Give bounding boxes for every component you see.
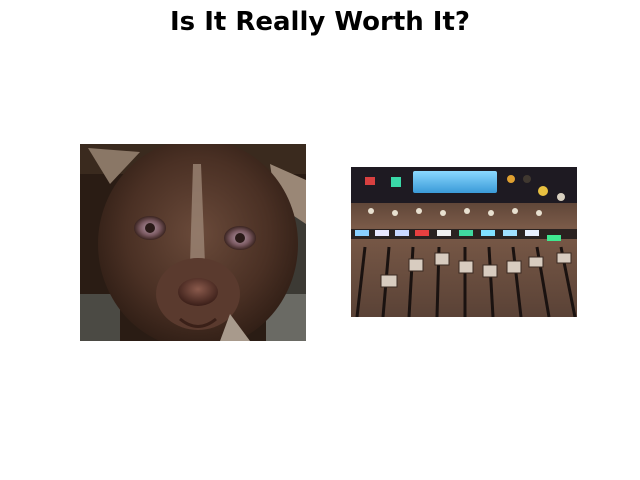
figure-title: Is It Really Worth It? <box>170 7 470 37</box>
mixing-console-drawing <box>351 167 577 317</box>
dog-photo <box>80 144 306 341</box>
dog-photo-drawing <box>80 144 306 341</box>
mixing-console-photo <box>351 167 577 317</box>
